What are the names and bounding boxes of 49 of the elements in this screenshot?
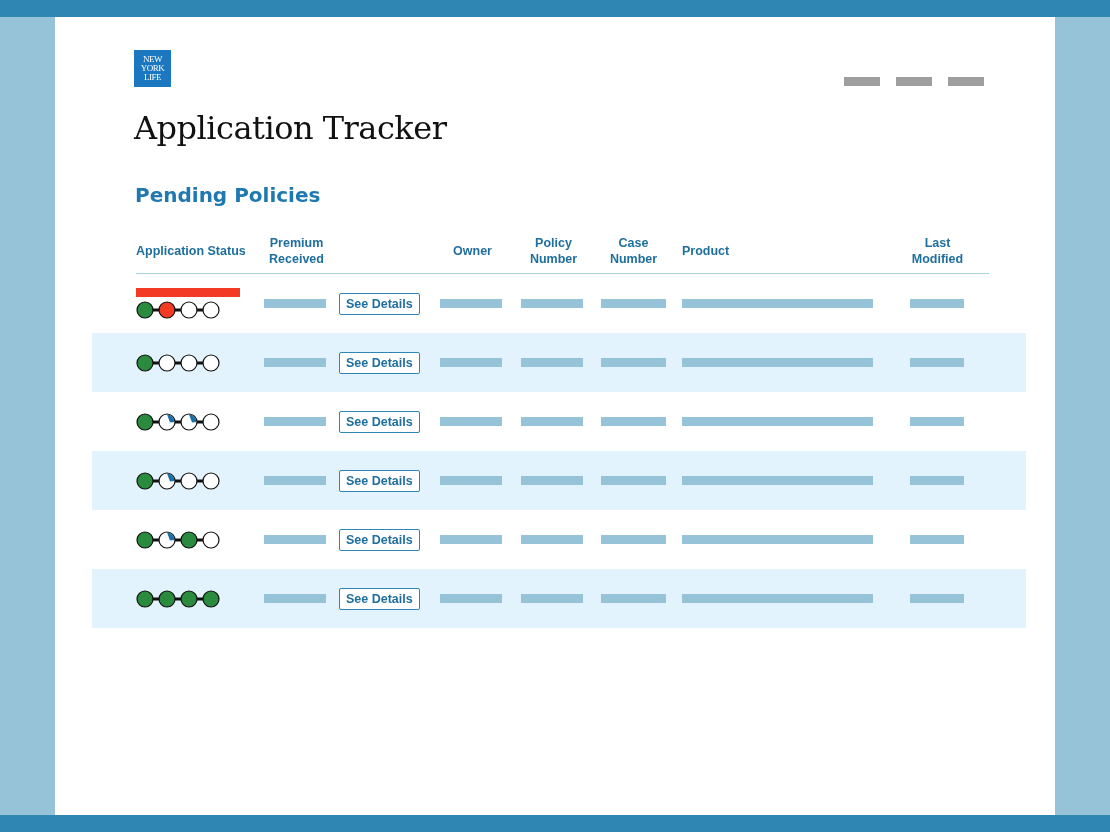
placeholder-bar bbox=[264, 594, 326, 603]
placeholder-bar bbox=[521, 299, 583, 308]
placeholder-bar bbox=[521, 417, 583, 426]
nav-placeholder-bar[interactable] bbox=[896, 77, 932, 86]
section-title: Pending Policies bbox=[135, 183, 322, 207]
placeholder-bar bbox=[601, 417, 666, 426]
placeholder-bar bbox=[521, 476, 583, 485]
see-details-button[interactable]: See Details bbox=[339, 587, 420, 610]
placeholder-bar bbox=[440, 417, 502, 426]
placeholder-bar bbox=[440, 299, 502, 308]
placeholder-bar bbox=[910, 358, 964, 367]
placeholder-bar bbox=[440, 476, 502, 485]
see-details-button[interactable]: See Details bbox=[339, 410, 420, 433]
placeholder-bar bbox=[910, 417, 964, 426]
nav-placeholder-bar[interactable] bbox=[844, 77, 880, 86]
see-details-button[interactable]: See Details bbox=[339, 469, 420, 492]
column-header: Case Number bbox=[608, 235, 659, 267]
placeholder-bar bbox=[264, 299, 326, 308]
placeholder-bar bbox=[440, 535, 502, 544]
column-header: Owner bbox=[452, 243, 493, 259]
nav-placeholder-bar[interactable] bbox=[948, 77, 984, 86]
placeholder-bar bbox=[910, 476, 964, 485]
column-header: Product bbox=[682, 243, 731, 259]
see-details-button[interactable]: See Details bbox=[339, 528, 420, 551]
see-details-button[interactable]: See Details bbox=[339, 292, 420, 315]
column-header: Last Modified bbox=[910, 235, 965, 267]
placeholder-bar bbox=[521, 594, 583, 603]
placeholder-bar bbox=[601, 299, 666, 308]
logo: NEW YORK LIFE bbox=[134, 50, 171, 87]
column-header: Premium Received bbox=[268, 235, 325, 267]
placeholder-bar bbox=[601, 476, 666, 485]
placeholder-bar bbox=[440, 358, 502, 367]
page-title: Application Tracker bbox=[134, 109, 448, 147]
placeholder-bar bbox=[521, 358, 583, 367]
placeholder-bar bbox=[440, 594, 502, 603]
placeholder-bar bbox=[601, 358, 666, 367]
placeholder-bar bbox=[910, 594, 964, 603]
placeholder-bar bbox=[264, 535, 326, 544]
placeholder-bar bbox=[910, 299, 964, 308]
placeholder-bar bbox=[264, 476, 326, 485]
placeholder-bar bbox=[910, 535, 964, 544]
placeholder-bar bbox=[264, 417, 326, 426]
placeholder-bar bbox=[601, 594, 666, 603]
placeholder-bar bbox=[521, 535, 583, 544]
placeholder-bar bbox=[601, 535, 666, 544]
placeholder-bar bbox=[264, 358, 326, 367]
column-header: Application Status bbox=[136, 243, 247, 259]
column-header: Policy Number bbox=[528, 235, 579, 267]
see-details-button[interactable]: See Details bbox=[339, 351, 420, 374]
